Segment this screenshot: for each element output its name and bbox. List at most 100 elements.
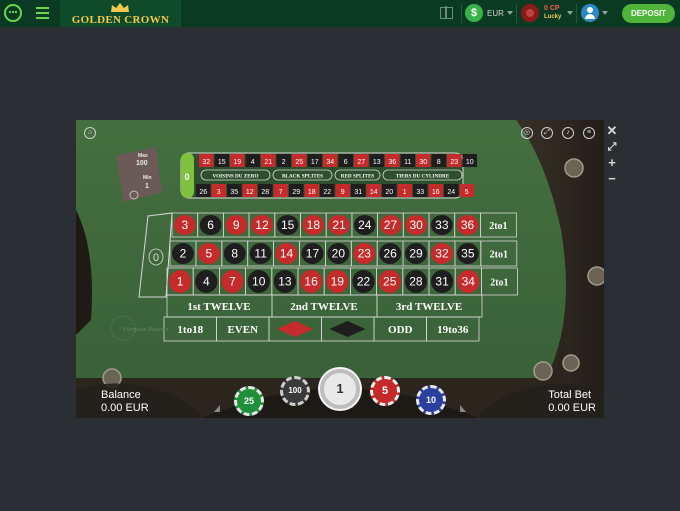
svg-text:26: 26 (383, 247, 397, 261)
svg-text:12: 12 (255, 218, 269, 232)
chip-25[interactable]: 25 (234, 386, 264, 416)
svg-text:12: 12 (246, 189, 254, 196)
svg-text:24: 24 (447, 189, 455, 196)
deposit-button[interactable]: DEPOSIT (622, 4, 675, 23)
svg-text:9: 9 (341, 189, 345, 196)
loyalty-level: Lucky (544, 14, 562, 20)
svg-text:28: 28 (261, 189, 269, 196)
svg-text:13: 13 (278, 275, 292, 289)
svg-text:BLACK SPLITES: BLACK SPLITES (282, 174, 323, 180)
svg-text:7: 7 (229, 275, 236, 289)
svg-text:17: 17 (306, 247, 320, 261)
min-bet-value: 1 (145, 183, 149, 190)
history-icon[interactable]: ◎ (521, 127, 533, 139)
svg-text:8: 8 (231, 247, 238, 261)
chat-icon[interactable] (4, 4, 22, 22)
svg-text:36: 36 (461, 218, 475, 232)
svg-text:2to1: 2to1 (490, 250, 508, 261)
brand-logo[interactable]: GOLDEN CROWN (60, 0, 181, 27)
svg-text:19: 19 (331, 275, 345, 289)
divider (576, 4, 577, 23)
close-icon[interactable]: ✕ (605, 124, 619, 138)
roulette-game: 0 32 15 19 4 21 2 25 17 34 6 27 13 36 11 30 8 23 10 26 3 35 12… (76, 120, 604, 418)
svg-text:34: 34 (326, 159, 334, 166)
chevron-down-icon[interactable] (567, 11, 573, 15)
svg-text:15: 15 (281, 218, 295, 232)
svg-text:15: 15 (218, 159, 226, 166)
svg-text:11: 11 (254, 247, 267, 261)
svg-text:25: 25 (383, 275, 397, 289)
svg-text:2: 2 (282, 159, 286, 166)
zoom-in-icon[interactable]: + (605, 156, 619, 170)
table-watermark: European Roulette (122, 327, 168, 333)
svg-text:3: 3 (217, 189, 221, 196)
svg-text:36: 36 (388, 159, 396, 166)
zoom-out-icon[interactable]: − (605, 172, 619, 186)
svg-text:6: 6 (207, 218, 214, 232)
currency-label[interactable]: EUR (487, 9, 504, 18)
svg-text:2to1: 2to1 (490, 278, 508, 289)
top-bar: GOLDEN CROWN $ EUR 0 CP Lucky DEPOSIT (0, 0, 680, 27)
home-icon[interactable]: ⌂ (84, 127, 96, 139)
svg-text:4: 4 (203, 275, 210, 289)
svg-text:ODD: ODD (388, 324, 413, 336)
chevron-down-icon[interactable] (602, 11, 608, 15)
chip-100[interactable]: 100 (280, 376, 310, 406)
svg-text:4: 4 (251, 159, 255, 166)
svg-text:6: 6 (344, 159, 348, 166)
total-bet-display: Total Bet 0.00 EUR (548, 389, 596, 415)
svg-text:31: 31 (354, 189, 362, 196)
svg-text:24: 24 (358, 218, 372, 232)
svg-text:23: 23 (358, 247, 372, 261)
total-bet-label: Total Bet (548, 389, 592, 401)
svg-text:0: 0 (184, 172, 189, 182)
menu-icon[interactable]: ≡ (583, 127, 595, 139)
brand-name: GOLDEN CROWN (71, 14, 170, 26)
svg-text:1st TWELVE: 1st TWELVE (187, 301, 250, 313)
user-avatar-icon[interactable] (581, 4, 599, 22)
svg-text:14: 14 (370, 189, 378, 196)
svg-text:16: 16 (304, 275, 318, 289)
svg-text:16: 16 (432, 189, 440, 196)
comp-points-icon[interactable] (521, 4, 539, 22)
svg-text:7: 7 (279, 189, 283, 196)
svg-text:1: 1 (403, 189, 407, 196)
svg-text:18: 18 (307, 218, 321, 232)
chip-10[interactable]: 10 (416, 385, 446, 415)
svg-text:8: 8 (437, 159, 441, 166)
comp-points-value: 0 CP (544, 5, 560, 12)
svg-text:5: 5 (206, 247, 213, 261)
svg-text:TIERS DU CYLINDRE: TIERS DU CYLINDRE (396, 174, 450, 180)
svg-text:11: 11 (404, 159, 411, 166)
divider (516, 4, 517, 23)
svg-text:32: 32 (435, 247, 449, 261)
svg-text:30: 30 (409, 218, 423, 232)
crown-icon (111, 3, 129, 12)
svg-text:17: 17 (311, 159, 319, 166)
svg-text:34: 34 (462, 275, 476, 289)
sound-icon[interactable]: ♪ (562, 127, 574, 139)
hamburger-menu-icon[interactable] (36, 7, 49, 19)
chevron-down-icon[interactable] (507, 11, 513, 15)
svg-text:29: 29 (292, 189, 300, 196)
fullscreen-icon[interactable]: ⤢ (541, 127, 553, 139)
gift-icon[interactable] (440, 6, 453, 19)
svg-text:26: 26 (199, 189, 207, 196)
expand-icon[interactable]: ⤢ (605, 140, 619, 154)
balance-display: Balance 0.00 EUR (101, 389, 149, 415)
svg-text:5: 5 (465, 189, 469, 196)
svg-text:21: 21 (264, 159, 272, 166)
racetrack[interactable]: 032 15 19 4 21 2 25 17 34 6 27 13 36 11 30 8 23 1026 3 35 12… (180, 152, 477, 199)
svg-text:27: 27 (357, 159, 365, 166)
svg-text:2: 2 (180, 247, 187, 261)
svg-text:27: 27 (384, 218, 398, 232)
svg-text:19to36: 19to36 (437, 324, 469, 336)
svg-text:19: 19 (233, 159, 241, 166)
balance-coin-icon[interactable]: $ (465, 4, 483, 22)
chip-1-selected[interactable]: 1 (320, 369, 360, 409)
svg-text:0: 0 (153, 252, 159, 264)
chip-5[interactable]: 5 (370, 376, 400, 406)
svg-text:35: 35 (461, 247, 475, 261)
svg-text:13: 13 (373, 159, 381, 166)
svg-text:35: 35 (230, 189, 238, 196)
